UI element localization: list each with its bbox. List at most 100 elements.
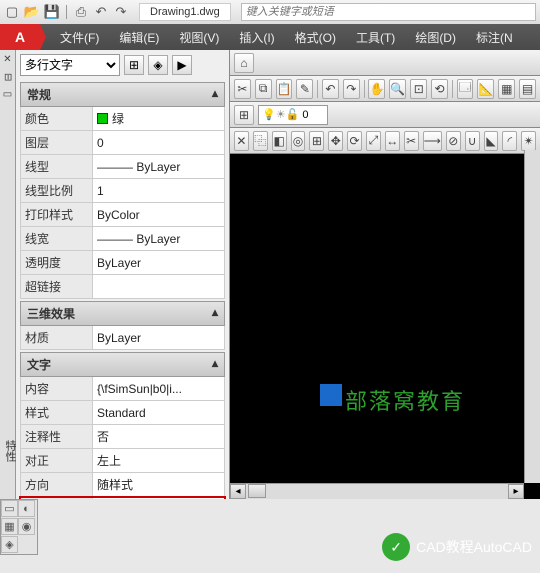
section-general[interactable]: 常规▴ (20, 82, 225, 107)
prop-row[interactable]: 线型——— ByLayer (20, 155, 225, 179)
prop-value[interactable]: 绿 (93, 107, 224, 130)
layout-add-tab[interactable]: ◉ (18, 518, 35, 535)
zoomprev-icon[interactable]: ⟲ (431, 79, 448, 99)
prop-row[interactable]: 超链接 (20, 275, 225, 299)
menu-draw[interactable]: 绘图(D) (405, 24, 466, 50)
prop-value[interactable]: 1 (93, 179, 224, 202)
scale-icon[interactable]: ⤢ (366, 131, 381, 151)
search-box[interactable] (241, 3, 536, 21)
home-icon[interactable]: ⌂ (234, 53, 254, 73)
zoomwin-icon[interactable]: ⊡ (410, 79, 427, 99)
layerprops-icon[interactable]: ⊞ (234, 105, 254, 125)
prop-value[interactable]: ByColor (93, 203, 224, 226)
save-icon[interactable]: 💾 (44, 4, 60, 20)
model-tab[interactable]: ▭ (1, 500, 18, 517)
scroll-track[interactable] (246, 484, 508, 499)
menu-view[interactable]: 视图(V) (169, 24, 229, 50)
offset-icon[interactable]: ◎ (291, 131, 306, 151)
prop-row[interactable]: 内容{\fSimSun|b0|i... (20, 377, 225, 401)
pin-icon[interactable]: ⊟ (2, 73, 13, 81)
pickadd-icon[interactable]: ◈ (148, 55, 168, 75)
section-text[interactable]: 文字▴ (20, 352, 225, 377)
menu-format[interactable]: 格式(O) (285, 24, 346, 50)
search-input[interactable] (241, 3, 536, 21)
object-type-select[interactable]: 多行文字 (20, 54, 120, 76)
prop-value[interactable]: Standard (93, 401, 224, 424)
props-icon[interactable]: 🗔 (457, 79, 474, 99)
prop-row[interactable]: 打印样式ByColor (20, 203, 225, 227)
redo-icon[interactable]: ↷ (113, 4, 129, 20)
prop-row[interactable]: 线型比例1 (20, 179, 225, 203)
selectobjects-icon[interactable]: ▶ (172, 55, 192, 75)
copy2-icon[interactable]: ⿻ (253, 131, 268, 151)
new-icon[interactable]: ▢ (4, 4, 20, 20)
menu-dimension[interactable]: 标注(N (466, 24, 523, 50)
erase-icon[interactable]: ✕ (234, 131, 249, 151)
prop-value[interactable]: {\fSimSun|b0|i... (93, 377, 224, 400)
section-3d[interactable]: 三维效果▴ (20, 301, 225, 326)
prop-value[interactable] (93, 275, 224, 298)
prop-row[interactable]: 注释性否 (20, 425, 225, 449)
undo2-icon[interactable]: ↶ (322, 79, 339, 99)
prop-value[interactable]: ——— ByLayer (93, 227, 224, 250)
prop-row[interactable]: 线宽——— ByLayer (20, 227, 225, 251)
menu-insert[interactable]: 插入(I) (229, 24, 284, 50)
scroll-right-icon[interactable]: ▸ (508, 484, 524, 499)
layout2-tab[interactable]: ▦ (1, 518, 18, 535)
close-icon[interactable]: ✕ (2, 54, 13, 65)
layer-dropdown[interactable]: 💡☀🔓 0 (258, 105, 328, 125)
join-icon[interactable]: ∪ (465, 131, 480, 151)
toolpal-icon[interactable]: ▦ (498, 79, 515, 99)
quickselect-icon[interactable]: ⊞ (124, 55, 144, 75)
canvas-mtext[interactable]: 部落窝教育 (345, 384, 465, 416)
prop-row[interactable]: 颜色绿 (20, 107, 225, 131)
fillet-icon[interactable]: ◜ (502, 131, 517, 151)
prop-value[interactable]: 2.5 (93, 497, 224, 499)
cut-icon[interactable]: ✂ (234, 79, 251, 99)
menu-tools[interactable]: 工具(T) (346, 24, 405, 50)
prop-row[interactable]: 方向随样式 (20, 473, 225, 497)
trim-icon[interactable]: ✂ (404, 131, 419, 151)
prop-value[interactable]: 左上 (93, 449, 224, 472)
layout1-tab[interactable]: ◐ (18, 500, 35, 517)
prop-row[interactable]: 图层0 (20, 131, 225, 155)
prop-value[interactable]: 否 (93, 425, 224, 448)
scrollbar-horizontal[interactable]: ◂ ▸ (230, 483, 524, 499)
print-icon[interactable]: ⎙ (73, 4, 89, 20)
redo2-icon[interactable]: ↷ (343, 79, 360, 99)
break-icon[interactable]: ⊘ (446, 131, 461, 151)
menu-edit[interactable]: 编辑(E) (109, 24, 169, 50)
move-icon[interactable]: ✥ (328, 131, 343, 151)
prop-row[interactable]: 对正左上 (20, 449, 225, 473)
zoom-icon[interactable]: 🔍 (389, 79, 406, 99)
prop-value[interactable]: ByLayer (93, 326, 224, 349)
app-logo[interactable]: A (0, 24, 40, 50)
drawing-viewport[interactable]: ⌂ ✂ ⧉ 📋 ✎ ↶ ↷ ✋ 🔍 ⊡ ⟲ 🗔 📐 ▦ ▤ (230, 50, 540, 499)
mirror-icon[interactable]: ◧ (272, 131, 287, 151)
stretch-icon[interactable]: ↔ (385, 131, 400, 151)
open-icon[interactable]: 📂 (24, 4, 40, 20)
undo-icon[interactable]: ↶ (93, 4, 109, 20)
prop-value[interactable]: ByLayer (93, 251, 224, 274)
scrollbar-vertical[interactable] (524, 150, 540, 483)
text-grip[interactable] (320, 384, 342, 406)
menu-file[interactable]: 文件(F) (50, 24, 109, 50)
array-icon[interactable]: ⊞ (309, 131, 324, 151)
prop-row[interactable]: 样式Standard (20, 401, 225, 425)
prop-row[interactable]: 透明度ByLayer (20, 251, 225, 275)
paste-icon[interactable]: 📋 (276, 79, 293, 99)
sheet-icon[interactable]: ▤ (519, 79, 536, 99)
dcenter-icon[interactable]: 📐 (477, 79, 494, 99)
rotate-icon[interactable]: ⟳ (347, 131, 362, 151)
extend-icon[interactable]: ⟶ (423, 131, 442, 151)
pan-icon[interactable]: ✋ (368, 79, 385, 99)
chamfer-icon[interactable]: ◣ (484, 131, 499, 151)
copy-icon[interactable]: ⧉ (255, 79, 272, 99)
layout-more-tab[interactable]: ◈ (1, 536, 18, 553)
more-icon[interactable]: ▭ (2, 89, 13, 100)
scroll-thumb[interactable] (248, 484, 266, 498)
prop-value[interactable]: ——— ByLayer (93, 155, 224, 178)
explode-icon[interactable]: ✴ (521, 131, 536, 151)
prop-value[interactable]: 0 (93, 131, 224, 154)
prop-row[interactable]: 材质ByLayer (20, 326, 225, 350)
